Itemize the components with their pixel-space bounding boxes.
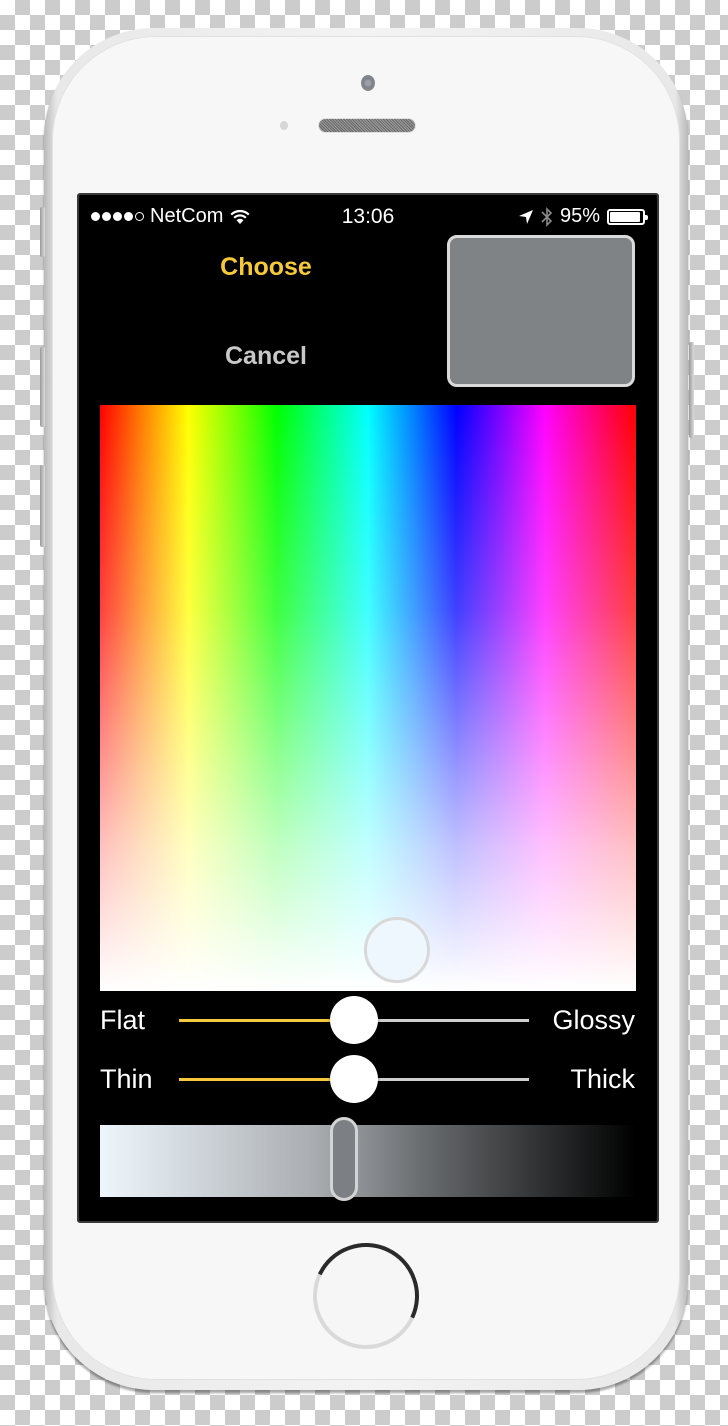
color-spectrum[interactable] xyxy=(100,405,636,991)
flat-label: Flat xyxy=(100,1005,146,1035)
thick-label: Thick xyxy=(570,1064,635,1094)
glossy-label: Glossy xyxy=(552,1005,635,1035)
status-right: 95% xyxy=(518,205,648,228)
gloss-slider[interactable] xyxy=(179,996,529,1044)
thin-label: Thin xyxy=(100,1064,153,1094)
color-picker-handle[interactable] xyxy=(364,916,431,983)
thickness-slider[interactable] xyxy=(179,1055,529,1103)
thickness-slider-thumb[interactable] xyxy=(330,1055,378,1103)
bluetooth-icon xyxy=(541,206,553,227)
volume-down-button xyxy=(40,465,45,547)
silent-switch xyxy=(40,207,45,257)
status-bar: NetCom 13:06 95% xyxy=(79,195,657,235)
brightness-bar[interactable] xyxy=(100,1117,636,1201)
front-camera xyxy=(361,75,375,91)
cancel-button[interactable]: Cancel xyxy=(191,342,341,371)
power-button xyxy=(689,342,694,438)
thickness-slider-row: Thin Thick xyxy=(79,1054,657,1104)
battery-icon xyxy=(607,208,648,225)
proximity-sensor xyxy=(280,121,288,130)
location-arrow-icon xyxy=(518,209,533,224)
thickness-slider-fill xyxy=(179,1078,354,1081)
battery-percent: 95% xyxy=(559,205,600,227)
brightness-thumb[interactable] xyxy=(329,1117,358,1201)
gloss-slider-fill xyxy=(179,1019,354,1022)
choose-button[interactable]: Choose xyxy=(191,253,341,282)
gloss-slider-row: Flat Glossy xyxy=(79,995,657,1045)
selected-color-preview xyxy=(447,235,635,387)
battery-level-fill xyxy=(610,211,641,222)
spectrum-saturation-layer xyxy=(100,405,636,991)
earpiece-speaker xyxy=(318,118,416,133)
volume-up-button xyxy=(40,347,45,427)
screen: NetCom 13:06 95% Choose Cancel Flat Glos… xyxy=(77,193,659,1223)
gloss-slider-thumb[interactable] xyxy=(330,996,378,1044)
